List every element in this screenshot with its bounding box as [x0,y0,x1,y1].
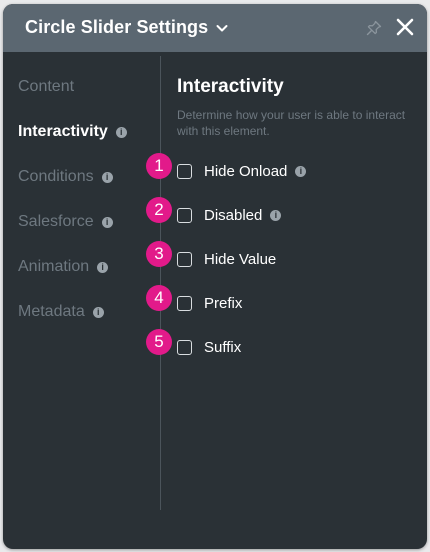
callout-badge-2: 2 [146,197,172,223]
callout-badge-1: 1 [146,153,172,179]
panel-header: Circle Slider Settings [3,4,427,52]
option-label: Hide Onload [204,162,288,180]
option-label: Disabled [204,206,263,224]
sidebar-item-label: Interactivity [18,123,108,140]
sidebar-item-animation[interactable]: Animation i [18,258,109,276]
hide-onload-checkbox[interactable] [177,163,192,179]
sidebar-item-label: Salesforce [18,213,94,230]
sidebar-item-label: Animation [18,258,90,275]
option-hide-value: Hide Value [177,249,276,269]
option-label: Prefix [204,294,243,312]
option-hide-onload: Hide Onload i [177,161,307,181]
option-prefix: Prefix [177,293,242,313]
sidebar-item-salesforce[interactable]: Salesforce i [18,213,113,231]
close-icon[interactable] [395,17,415,37]
info-icon[interactable]: i [92,306,104,318]
info-icon[interactable]: i [295,165,307,177]
sidebar-divider [160,56,161,510]
option-suffix: Suffix [177,337,241,357]
settings-panel: Circle Slider Settings Content Interacti… [3,4,427,549]
section-title: Interactivity [177,76,284,97]
callout-badge-3: 3 [146,241,172,267]
sidebar-item-interactivity[interactable]: Interactivity i [18,123,127,141]
panel-title: Circle Slider Settings [25,17,209,37]
info-icon[interactable]: i [101,171,113,183]
info-icon[interactable]: i [97,261,109,273]
section-description: Determine how your user is able to inter… [177,108,406,138]
info-icon[interactable]: i [101,216,113,228]
sidebar-item-label: Metadata [18,303,85,320]
callout-badge-5: 5 [146,329,172,355]
sidebar-item-content[interactable]: Content [18,78,74,96]
settings-sidebar: Content Interactivity i Conditions i Sal… [3,52,161,549]
sidebar-item-metadata[interactable]: Metadata i [18,303,104,321]
suffix-checkbox[interactable] [177,339,192,355]
option-label: Hide Value [204,250,277,268]
hide-value-checkbox[interactable] [177,251,192,267]
sidebar-item-label: Content [18,78,75,95]
disabled-checkbox[interactable] [177,207,192,223]
panel-title-dropdown[interactable]: Circle Slider Settings [25,17,229,38]
chevron-down-icon [216,24,228,31]
pin-icon[interactable] [366,20,382,36]
option-label: Suffix [204,338,242,356]
info-icon[interactable]: i [115,126,127,138]
sidebar-item-label: Conditions [18,168,94,185]
option-disabled: Disabled i [177,205,282,225]
info-icon[interactable]: i [270,209,282,221]
prefix-checkbox[interactable] [177,295,192,311]
sidebar-item-conditions[interactable]: Conditions i [18,168,113,186]
callout-badge-4: 4 [146,285,172,311]
